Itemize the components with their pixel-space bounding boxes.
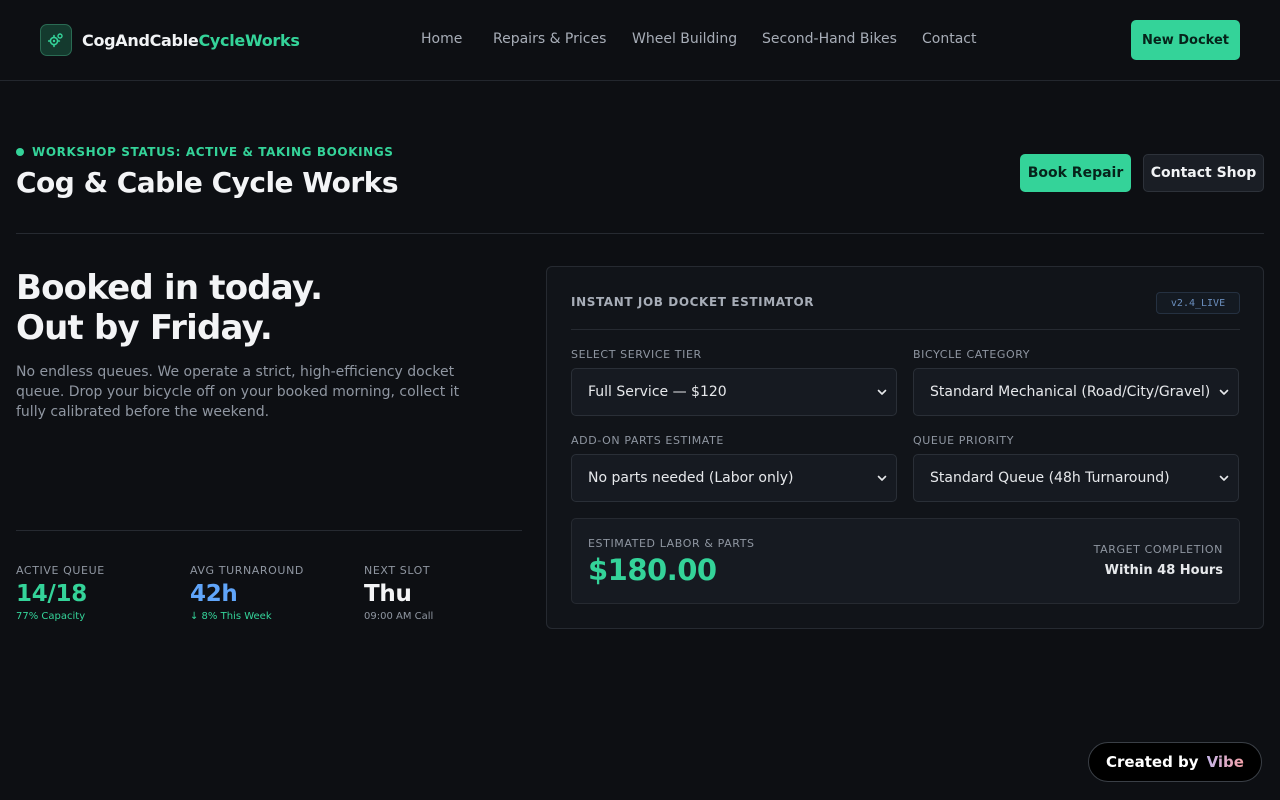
stat-label: AVG TURNAROUND <box>190 564 304 577</box>
hero-headline: Booked in today. Out by Friday. <box>16 268 323 348</box>
completion-label: TARGET COMPLETION <box>1093 543 1223 556</box>
hero-subtext: No endless queues. We operate a strict, … <box>16 364 460 420</box>
stat-active-queue: ACTIVE QUEUE 14/18 77% Capacity <box>16 564 105 622</box>
nav-link-home[interactable]: Home <box>421 31 462 47</box>
service-tier-select[interactable]: Full Service — $120 <box>571 368 897 416</box>
service-tier-label: SELECT SERVICE TIER <box>571 348 702 361</box>
created-by-prefix: Created by <box>1106 753 1199 771</box>
created-by-name: Vibe <box>1206 753 1244 771</box>
new-docket-button[interactable]: New Docket <box>1131 20 1240 60</box>
estimate-value: $180.00 <box>588 553 717 587</box>
chevron-down-icon <box>1219 475 1229 481</box>
estimator-title: INSTANT JOB DOCKET ESTIMATOR <box>571 295 815 309</box>
queue-priority-label: QUEUE PRIORITY <box>913 434 1015 447</box>
book-repair-button[interactable]: Book Repair <box>1020 154 1131 192</box>
queue-priority-select[interactable]: Standard Queue (48h Turnaround) <box>913 454 1239 502</box>
bicycle-category-value: Standard Mechanical (Road/City/Gravel) <box>930 384 1211 400</box>
stat-value: 14/18 <box>16 581 87 607</box>
queue-priority-value: Standard Queue (48h Turnaround) <box>930 470 1170 486</box>
workshop-status: WORKSHOP STATUS: ACTIVE & TAKING BOOKING… <box>16 145 394 159</box>
bicycle-category-label: BICYCLE CATEGORY <box>913 348 1031 361</box>
addon-parts-label: ADD-ON PARTS ESTIMATE <box>571 434 724 447</box>
nav-link-wheel-building[interactable]: Wheel Building <box>632 31 737 47</box>
hero-headline-line2: Out by Friday. <box>16 308 273 348</box>
chevron-down-icon <box>877 475 887 481</box>
top-nav: CogAndCableCycleWorks Home Repairs & Pri… <box>0 0 1280 81</box>
stat-label: ACTIVE QUEUE <box>16 564 105 577</box>
stat-label: NEXT SLOT <box>364 564 431 577</box>
contact-shop-button[interactable]: Contact Shop <box>1143 154 1264 192</box>
created-by-badge[interactable]: Created by Vibe <box>1088 742 1262 782</box>
hero-headline-line1: Booked in today. <box>16 268 323 308</box>
section-divider <box>16 233 1264 234</box>
addon-parts-value: No parts needed (Labor only) <box>588 470 794 486</box>
nav-links: Home Repairs & Prices Wheel Building Sec… <box>0 31 1280 51</box>
status-text: WORKSHOP STATUS: ACTIVE & TAKING BOOKING… <box>32 145 394 159</box>
page-title: Cog & Cable Cycle Works <box>16 166 399 199</box>
nav-link-repairs-prices[interactable]: Repairs & Prices <box>493 31 606 47</box>
stat-note: 77% Capacity <box>16 611 86 622</box>
stat-note: 09:00 AM Call <box>364 611 434 622</box>
nav-link-second-hand-bikes[interactable]: Second-Hand Bikes <box>762 31 897 47</box>
stat-avg-turnaround: AVG TURNAROUND 42h ↓ 8% This Week <box>190 564 304 622</box>
estimate-result-panel: ESTIMATED LABOR & PARTS $180.00 TARGET C… <box>571 518 1240 604</box>
completion-value: Within 48 Hours <box>1104 563 1223 578</box>
nav-link-contact[interactable]: Contact <box>922 31 976 47</box>
stat-note: ↓ 8% This Week <box>190 611 272 622</box>
chevron-down-icon <box>877 389 887 395</box>
stat-value: Thu <box>364 581 412 607</box>
status-dot-icon <box>16 148 24 156</box>
version-badge: v2.4_LIVE <box>1156 292 1240 314</box>
stats-divider <box>16 530 522 531</box>
stat-value: 42h <box>190 581 238 607</box>
docket-estimator-card: INSTANT JOB DOCKET ESTIMATOR v2.4_LIVE S… <box>546 266 1264 629</box>
bicycle-category-select[interactable]: Standard Mechanical (Road/City/Gravel) <box>913 368 1239 416</box>
service-tier-value: Full Service — $120 <box>588 384 727 400</box>
estimate-label: ESTIMATED LABOR & PARTS <box>588 537 755 550</box>
card-divider <box>571 329 1240 330</box>
addon-parts-select[interactable]: No parts needed (Labor only) <box>571 454 897 502</box>
chevron-down-icon <box>1219 389 1229 395</box>
stat-next-slot: NEXT SLOT Thu 09:00 AM Call <box>364 564 433 622</box>
